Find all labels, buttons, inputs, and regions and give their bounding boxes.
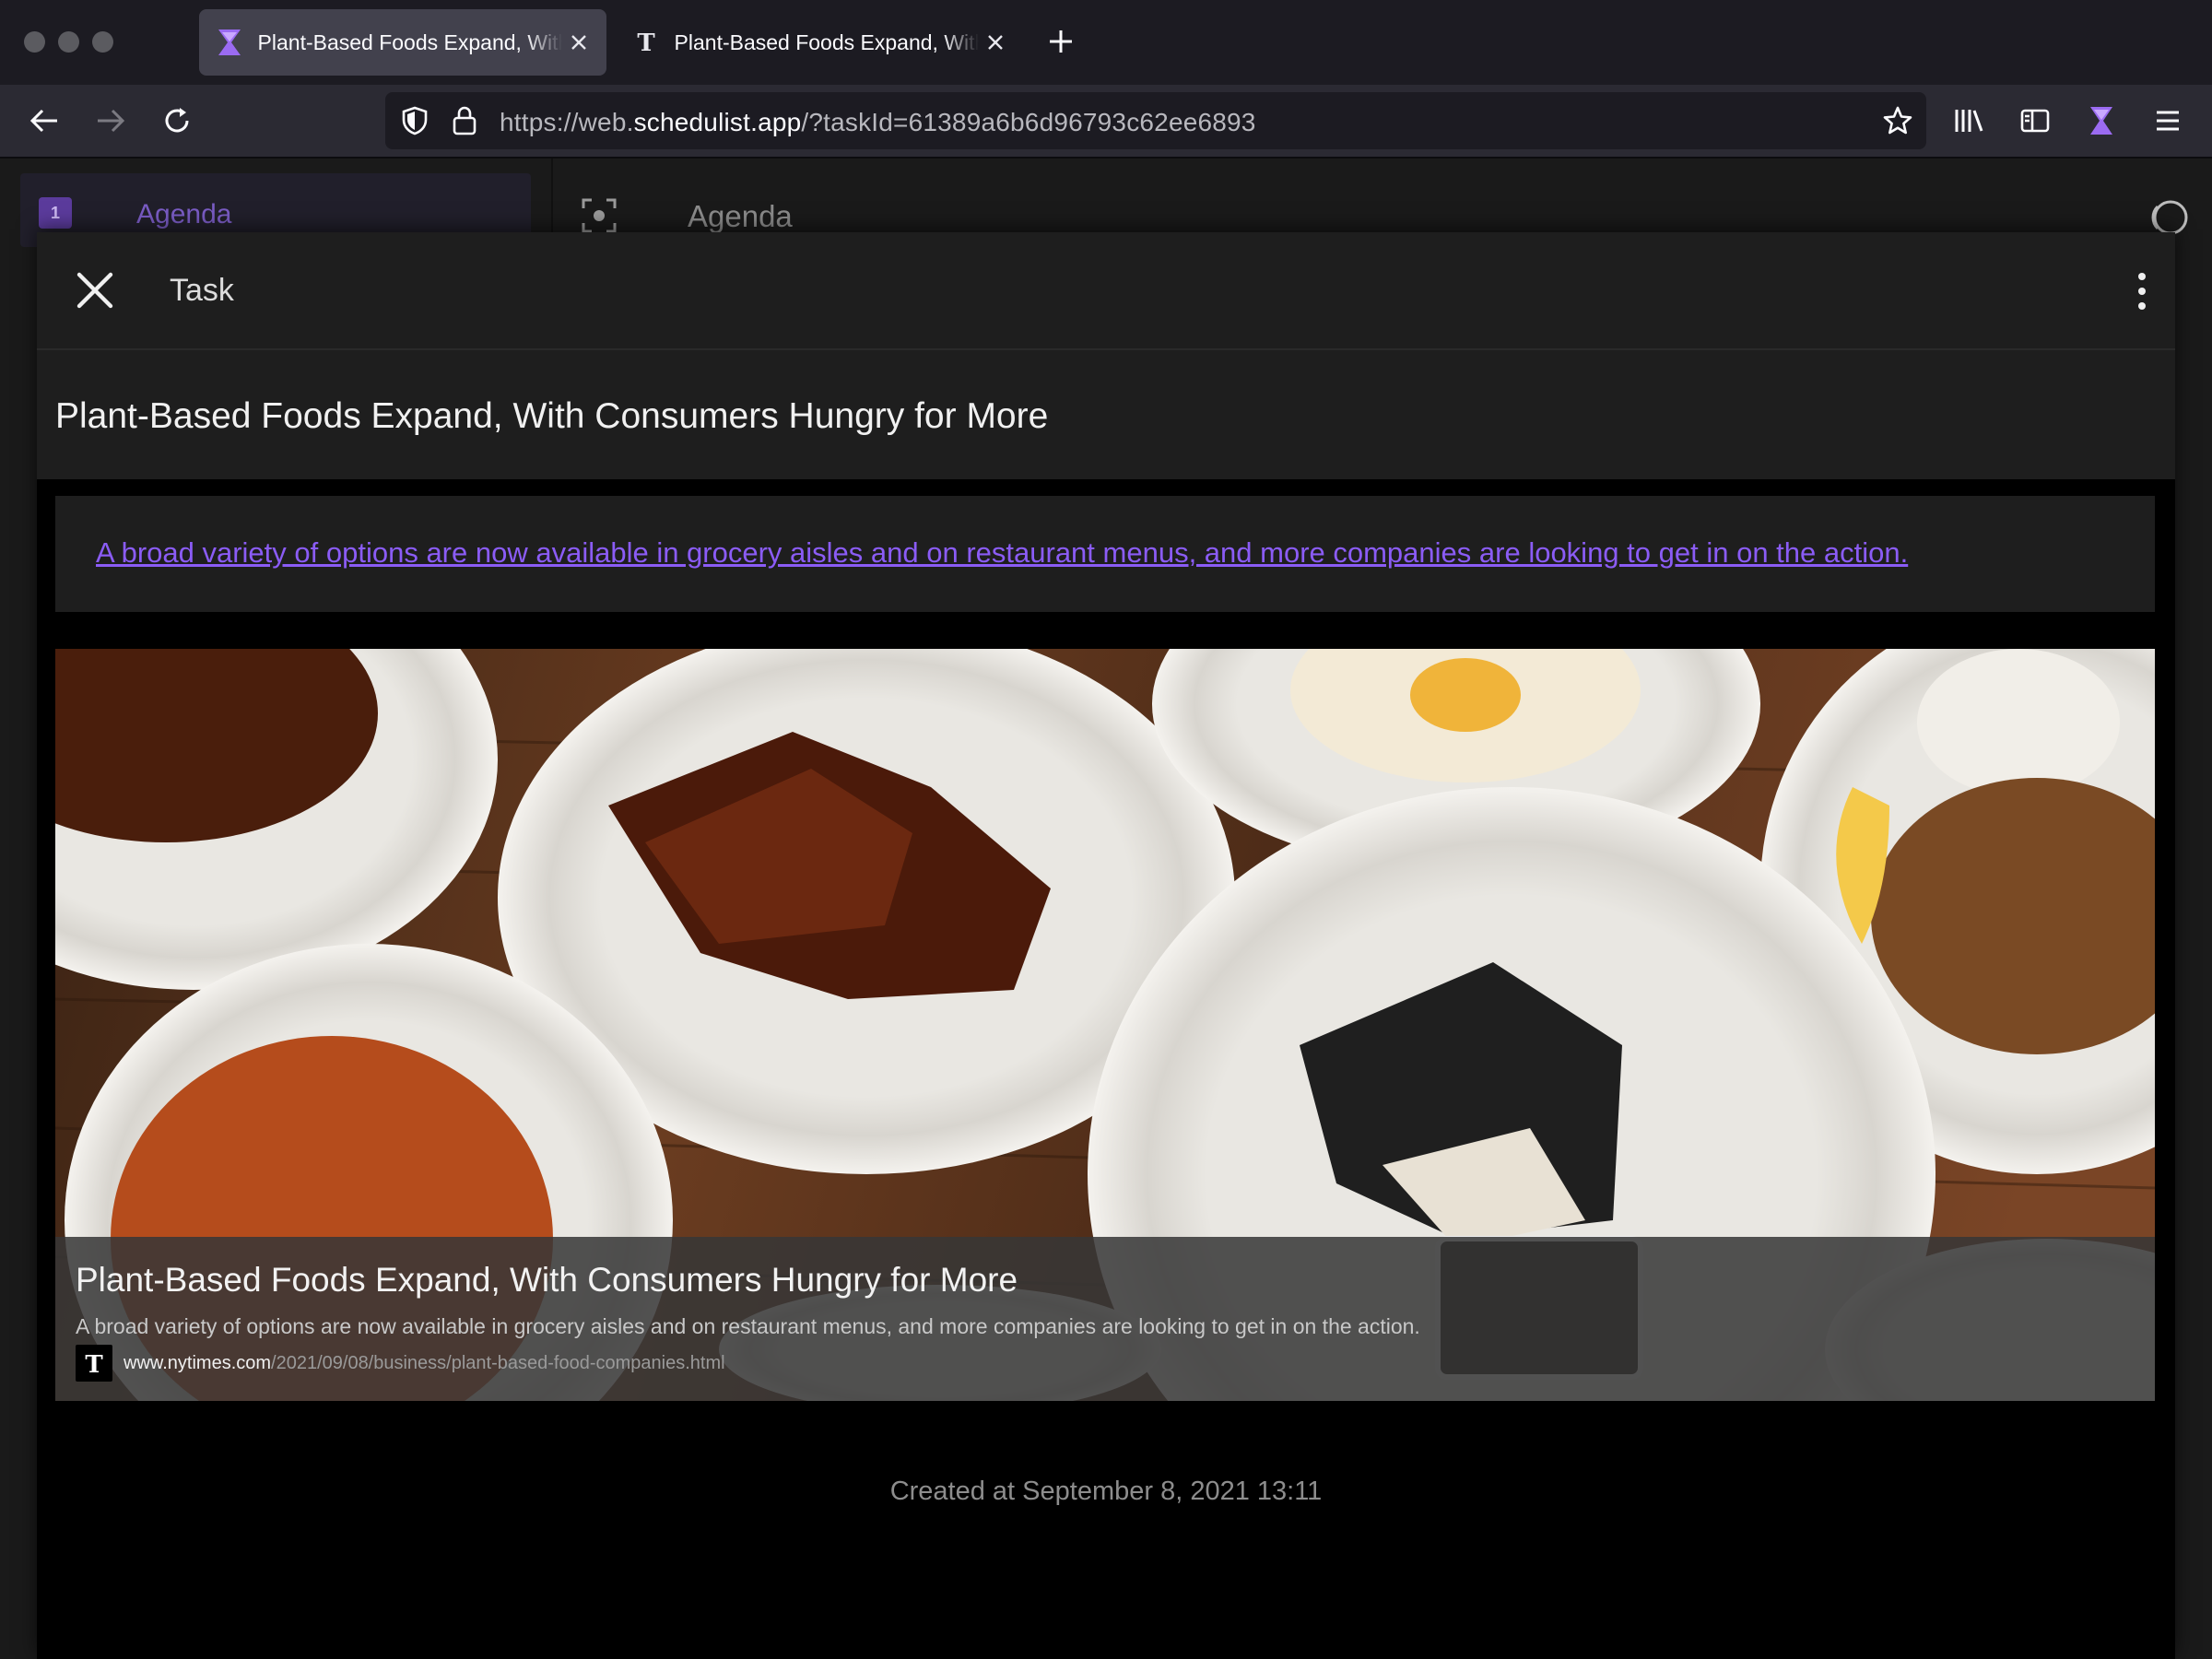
preview-domain: www.nytimes.com: [124, 1352, 272, 1373]
browser-toolbar: https://web.schedulist.app/?taskId=61389…: [0, 85, 2212, 159]
tracking-shield-icon[interactable]: [400, 105, 429, 141]
new-tab-plus-icon[interactable]: [1047, 28, 1075, 55]
nytimes-icon: T: [76, 1345, 112, 1382]
agenda-count-badge: 1: [39, 197, 72, 229]
close-icon[interactable]: [72, 267, 118, 313]
forward-arrow-icon[interactable]: [92, 102, 129, 139]
window-zoom-dot[interactable]: [92, 31, 113, 53]
sidebar-item-label: Agenda: [136, 199, 232, 229]
tab-close-icon[interactable]: [568, 31, 590, 53]
task-modal: Task Plant-Based Foods Expand, With Cons…: [37, 232, 2175, 1659]
tab-schedulist[interactable]: Plant-Based Foods Expand, With Consumers…: [199, 9, 606, 76]
url-text[interactable]: https://web.schedulist.app/?taskId=61389…: [500, 108, 1256, 137]
article-link[interactable]: A broad variety of options are now avail…: [96, 536, 1908, 570]
schedulist-extension-icon[interactable]: [2083, 102, 2120, 139]
tab-title: Plant-Based Foods Expand, With Consumers…: [257, 29, 563, 54]
window-minimize-dot[interactable]: [58, 31, 79, 53]
lock-icon[interactable]: [452, 105, 477, 141]
sidebar-toggle-icon[interactable]: [2017, 102, 2053, 139]
link-preview-card[interactable]: Plant-Based Foods Expand, With Consumers…: [55, 649, 2155, 1401]
tab-nytimes[interactable]: T Plant-Based Foods Expand, With Consume…: [616, 9, 1023, 76]
browser-titlebar: Plant-Based Foods Expand, With Consumers…: [0, 0, 2212, 86]
task-title[interactable]: Plant-Based Foods Expand, With Consumers…: [55, 396, 1048, 437]
schedulist-icon: [216, 29, 243, 56]
nytimes-icon: T: [632, 29, 660, 56]
back-arrow-icon[interactable]: [26, 102, 63, 139]
modal-title: Task: [170, 273, 234, 308]
preview-title: Plant-Based Foods Expand, With Consumers…: [76, 1261, 1018, 1299]
preview-path: /2021/09/08/business/plant-based-food-co…: [271, 1352, 725, 1373]
svg-text:T: T: [637, 29, 655, 56]
preview-description: A broad variety of options are now avail…: [76, 1314, 1420, 1338]
reload-icon[interactable]: [159, 102, 195, 139]
url-bar[interactable]: https://web.schedulist.app/?taskId=61389…: [385, 92, 1926, 149]
tab-title: Plant-Based Foods Expand, With Consumers…: [674, 29, 980, 54]
tab-close-icon[interactable]: [984, 31, 1006, 53]
bookmark-star-icon[interactable]: [1882, 105, 1913, 141]
created-timestamp: Created at September 8, 2021 13:11: [889, 1477, 1323, 1506]
svg-text:T: T: [85, 1351, 103, 1377]
focus-mode-icon[interactable]: [581, 197, 618, 234]
task-note: A broad variety of options are now avail…: [55, 496, 2155, 612]
main-header: Agenda: [551, 159, 2212, 241]
more-options-icon[interactable]: [2133, 271, 2151, 312]
library-icon[interactable]: [1950, 102, 1987, 139]
task-title-field[interactable]: Plant-Based Foods Expand, With Consumers…: [37, 350, 2175, 479]
window-close-dot[interactable]: [24, 31, 45, 53]
preview-source[interactable]: T www.nytimes.com/2021/09/08/business/pl…: [76, 1344, 725, 1382]
modal-header: Task: [37, 232, 2175, 350]
page-title: Agenda: [688, 199, 793, 233]
preview-caption: Plant-Based Foods Expand, With Consumers…: [55, 1237, 2155, 1401]
hamburger-menu-icon[interactable]: [2149, 102, 2186, 139]
